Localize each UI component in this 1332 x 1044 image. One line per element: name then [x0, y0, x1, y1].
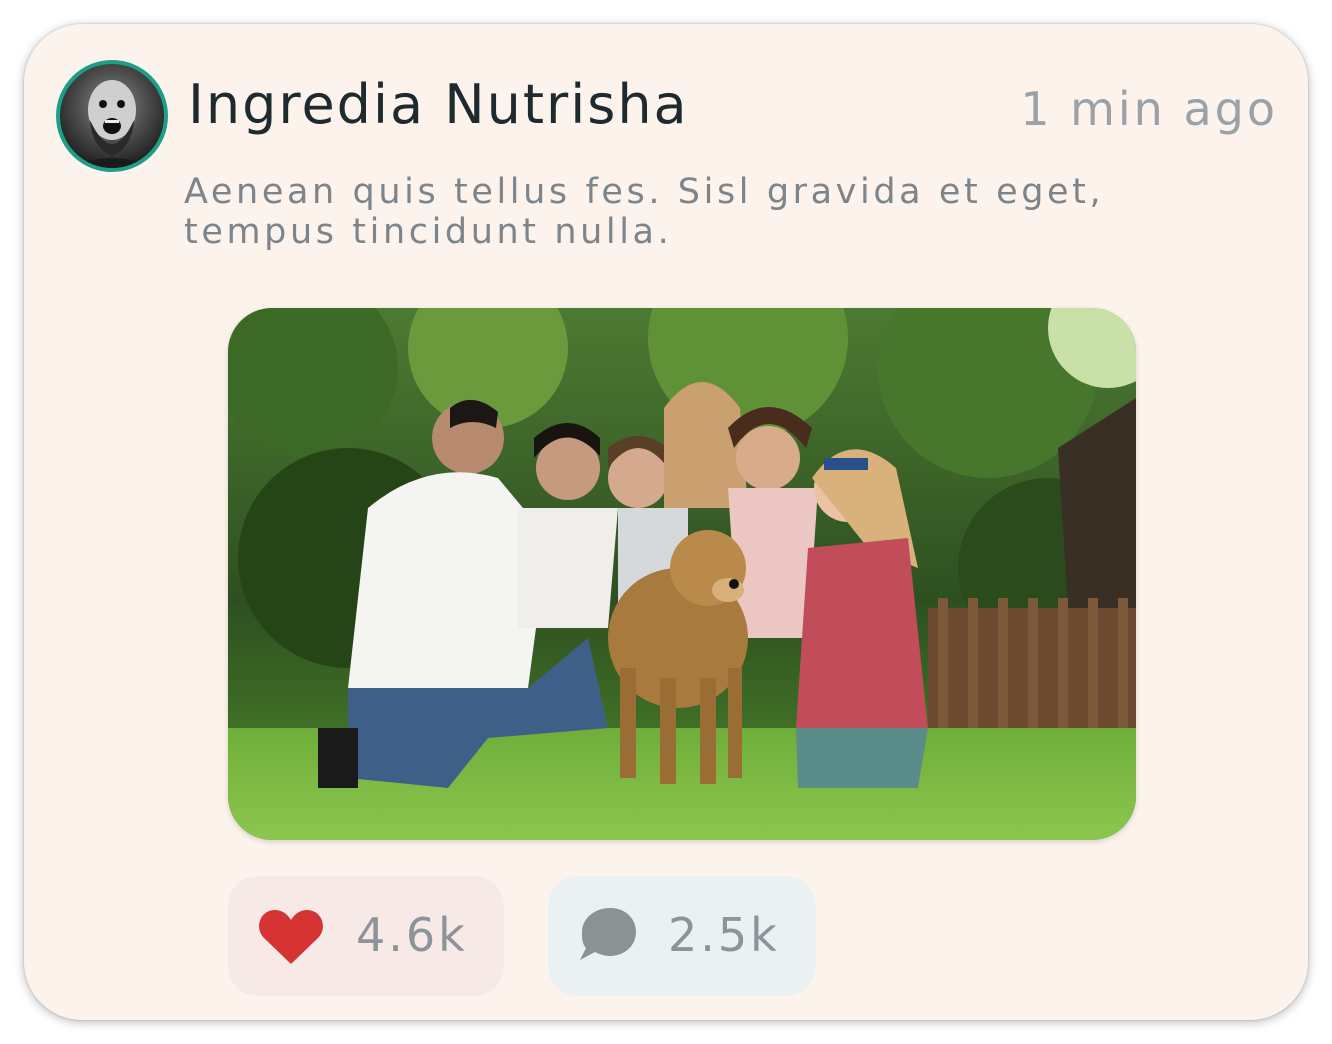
- author-name[interactable]: Ingredia Nutrisha: [188, 78, 689, 132]
- comment-bubble-icon: [580, 908, 636, 960]
- avatar-portrait-image: [68, 80, 156, 168]
- family-with-dog-photo: [228, 308, 1136, 840]
- post-card: Ingredia Nutrisha 1 min ago Aenean quis …: [24, 24, 1308, 1020]
- heart-icon: [259, 910, 323, 964]
- comment-count: 2.5k: [668, 908, 780, 962]
- comment-button[interactable]: 2.5k: [548, 876, 816, 996]
- post-timestamp: 1 min ago: [1020, 82, 1278, 136]
- post-photo[interactable]: [228, 308, 1136, 840]
- author-avatar[interactable]: [56, 60, 168, 172]
- post-caption: Aenean quis tellus fes. Sisl gravida et …: [184, 172, 1105, 252]
- like-button[interactable]: 4.6k: [228, 876, 504, 996]
- like-count: 4.6k: [356, 908, 468, 962]
